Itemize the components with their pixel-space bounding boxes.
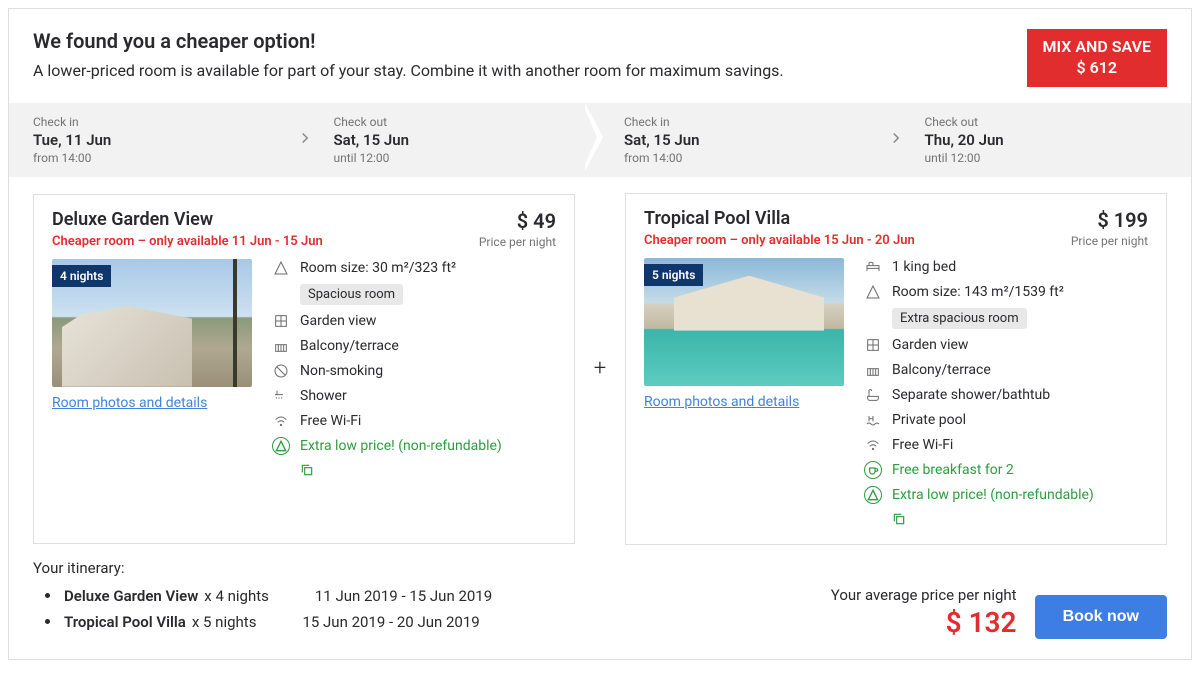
- room2-cheaper-note: Cheaper room – only available 15 Jun - 2…: [644, 233, 915, 248]
- chevron-right-icon: [867, 129, 925, 151]
- room-size-icon: [272, 259, 290, 277]
- room-card-1: Deluxe Garden View Cheaper room – only a…: [33, 194, 575, 544]
- room1-cheaper-note: Cheaper room – only available 11 Jun - 1…: [52, 234, 323, 249]
- window-icon: [272, 312, 290, 330]
- breakfast-icon: [864, 461, 882, 479]
- bullet-icon: [45, 619, 50, 624]
- room1-title: Deluxe Garden View: [52, 209, 323, 230]
- seg2-checkin: Check in Sat, 15 Jun from 14:00: [624, 115, 867, 165]
- bathtub-icon: [864, 386, 882, 404]
- room2-price: $ 199: [1071, 208, 1148, 232]
- spacious-tag: Spacious room: [300, 284, 403, 305]
- alert-icon: [864, 486, 882, 504]
- spacious-tag: Extra spacious room: [892, 308, 1027, 329]
- average-price: Your average price per night $ 132: [831, 586, 1017, 639]
- room-card-2: Tropical Pool Villa Cheaper room – only …: [625, 193, 1167, 545]
- bullet-icon: [45, 593, 50, 598]
- plus-icon: +: [575, 356, 625, 381]
- alert-icon: [272, 437, 290, 455]
- itinerary-title: Your itinerary:: [33, 559, 492, 577]
- seg2-checkout: Check out Thu, 20 Jun until 12:00: [925, 115, 1168, 165]
- header-title: We found you a cheaper option!: [33, 29, 784, 53]
- room-size-icon: [864, 283, 882, 301]
- book-now-button[interactable]: Book now: [1035, 595, 1167, 639]
- bed-icon: [864, 258, 882, 276]
- room1-photo[interactable]: 4 nights: [52, 259, 252, 387]
- mix-and-save-badge: MIX AND SAVE $ 612: [1027, 29, 1167, 87]
- wifi-icon: [272, 412, 290, 430]
- pool-icon: [864, 411, 882, 429]
- mix-save-amount: $ 612: [1043, 58, 1151, 79]
- nonsmoking-icon: [272, 362, 290, 380]
- footer: Your itinerary: Deluxe Garden View x 4 n…: [9, 545, 1191, 639]
- rooms-row: Deluxe Garden View Cheaper room – only a…: [9, 177, 1191, 545]
- shower-icon: [272, 387, 290, 405]
- header-subtitle: A lower-priced room is available for par…: [33, 61, 784, 80]
- chevron-right-icon: [276, 129, 334, 151]
- balcony-icon: [272, 337, 290, 355]
- copy-icon[interactable]: [892, 511, 1148, 530]
- itinerary-row: Tropical Pool Villa x 5 nights 15 Jun 20…: [33, 613, 492, 631]
- room2-title: Tropical Pool Villa: [644, 208, 915, 229]
- itinerary: Your itinerary: Deluxe Garden View x 4 n…: [33, 559, 492, 639]
- room1-nights-badge: 4 nights: [52, 265, 111, 287]
- room2-photos-link[interactable]: Room photos and details: [644, 394, 799, 410]
- seg1-checkin: Check in Tue, 11 Jun from 14:00: [33, 115, 276, 165]
- room1-price-per: Price per night: [479, 235, 556, 249]
- balcony-icon: [864, 361, 882, 379]
- seg1-checkout: Check out Sat, 15 Jun until 12:00: [334, 115, 577, 165]
- mix-and-save-card: We found you a cheaper option! A lower-p…: [8, 8, 1192, 660]
- room1-photos-link[interactable]: Room photos and details: [52, 395, 207, 411]
- mix-save-label: MIX AND SAVE: [1043, 37, 1151, 58]
- room2-nights-badge: 5 nights: [644, 264, 703, 286]
- copy-icon[interactable]: [300, 462, 556, 481]
- date-timeline: Check in Tue, 11 Jun from 14:00 Check ou…: [9, 103, 1191, 177]
- room2-price-per: Price per night: [1071, 234, 1148, 248]
- header: We found you a cheaper option! A lower-p…: [9, 9, 1191, 103]
- window-icon: [864, 336, 882, 354]
- room2-photo[interactable]: 5 nights: [644, 258, 844, 386]
- room1-price: $ 49: [479, 209, 556, 233]
- wifi-icon: [864, 436, 882, 454]
- itinerary-row: Deluxe Garden View x 4 nights 11 Jun 201…: [33, 587, 492, 605]
